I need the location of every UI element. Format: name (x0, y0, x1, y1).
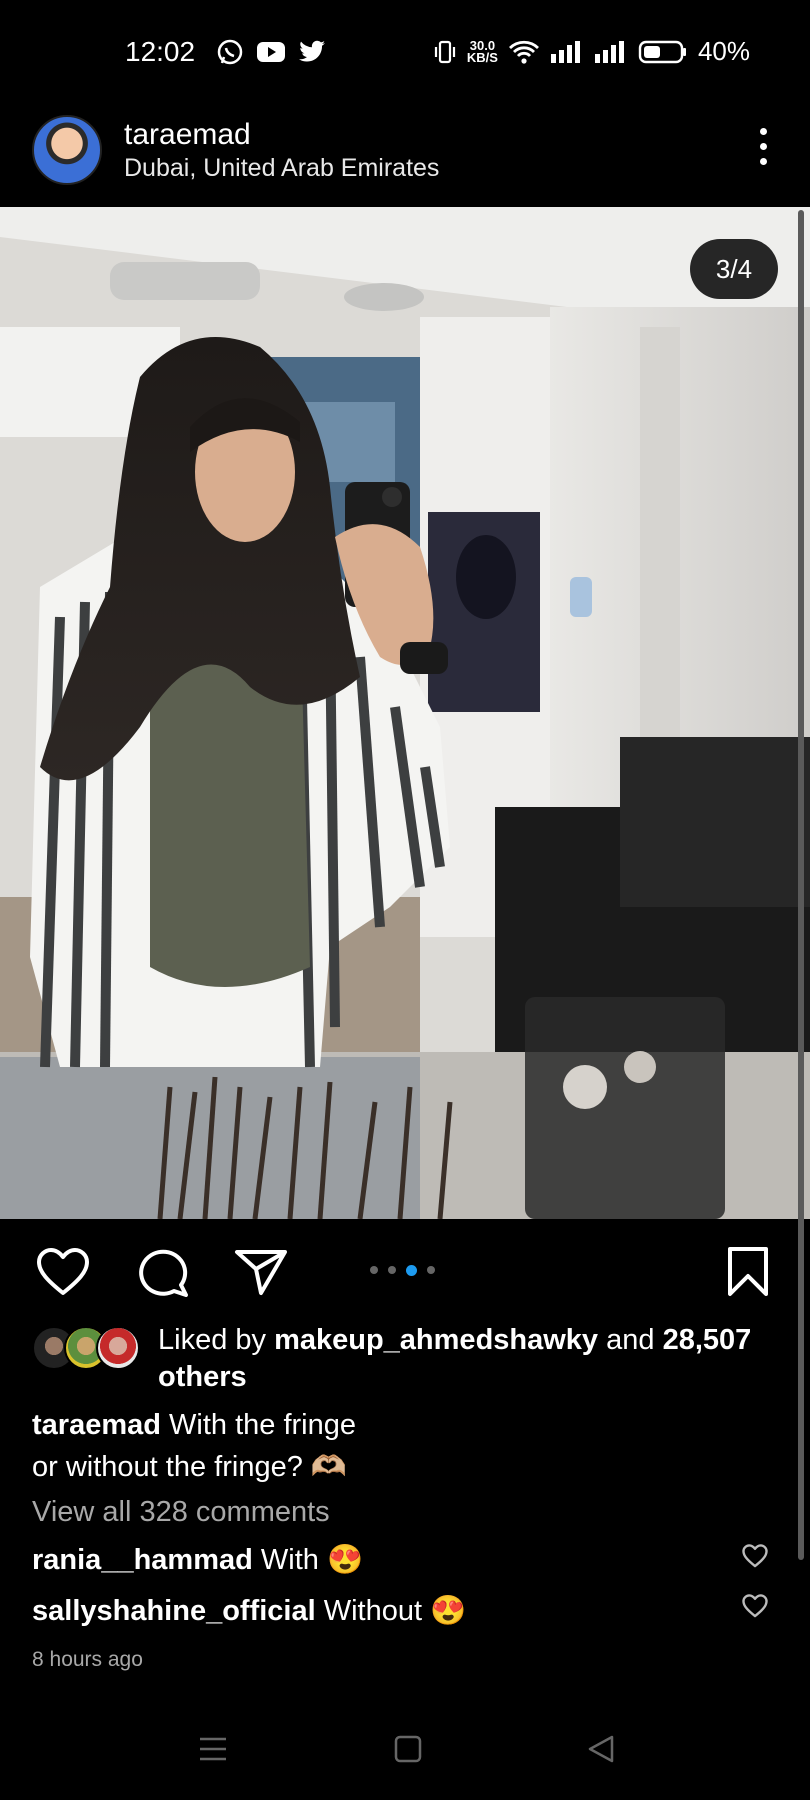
avatar[interactable] (32, 115, 102, 185)
comment-like-heart-icon[interactable] (742, 1594, 768, 1618)
more-options-icon[interactable] (758, 128, 768, 165)
signal-icon (550, 40, 580, 63)
post-actions (0, 1244, 810, 1300)
signal-icon-2 (594, 40, 624, 63)
vibrate-icon (434, 40, 455, 63)
likes-username[interactable]: makeup_ahmedshawky (274, 1324, 598, 1356)
whatsapp-icon (217, 39, 243, 65)
notification-icons (216, 38, 326, 66)
comment-like-heart-icon[interactable] (742, 1544, 768, 1568)
view-all-comments-link[interactable]: View all 328 comments (32, 1496, 330, 1529)
carousel-dots (370, 1265, 435, 1276)
caption-text-line-1: With the fringe (169, 1409, 357, 1441)
carousel-dot (388, 1266, 396, 1274)
system-nav-bar (0, 1720, 810, 1782)
post-image[interactable]: 3/4 (0, 207, 810, 1219)
comment-username[interactable]: sallyshahine_official (32, 1595, 316, 1627)
youtube-icon (257, 42, 285, 62)
avatar (96, 1326, 140, 1370)
twitter-icon (299, 40, 325, 62)
likes-text: Liked by makeup_ahmedshawky and 28,507 o… (158, 1322, 810, 1396)
menu-lines-icon[interactable] (198, 1734, 228, 1764)
post-timestamp: 8 hours ago (32, 1648, 143, 1671)
scrollbar[interactable] (798, 210, 804, 1560)
bookmark-save-icon[interactable] (726, 1246, 770, 1298)
share-send-icon[interactable] (234, 1247, 288, 1297)
caption-text-line-2: or without the fringe? 🫶🏼 (32, 1451, 347, 1483)
back-triangle-icon[interactable] (586, 1734, 616, 1764)
battery-icon (638, 40, 686, 63)
carousel-dot (370, 1266, 378, 1274)
network-speed-unit: KB/S (466, 49, 498, 65)
caption-username[interactable]: taraemad (32, 1409, 161, 1441)
likes-and: and (598, 1324, 663, 1356)
comment-username[interactable]: rania__hammad (32, 1544, 253, 1576)
image-counter: 3/4 (690, 239, 778, 299)
carousel-dot (406, 1265, 417, 1276)
post-location[interactable]: Dubai, United Arab Emirates (124, 154, 439, 183)
home-square-icon[interactable] (393, 1734, 423, 1764)
likes-count[interactable]: 28,507 (663, 1324, 752, 1356)
comment-text: Without 😍 (323, 1595, 467, 1627)
carousel-dot (427, 1266, 435, 1274)
likes-prefix: Liked by (158, 1324, 275, 1356)
comment-row: sallyshahine_official Without 😍 (32, 1594, 466, 1628)
status-time: 12:02 (125, 36, 196, 67)
status-bar: 12:02 30.0 KB/S 40% (0, 0, 810, 110)
liker-avatars (32, 1326, 142, 1370)
status-right: 30.0 KB/S 40% (433, 36, 750, 67)
post-username[interactable]: taraemad (124, 118, 251, 152)
battery-percent: 40% (697, 36, 750, 66)
wifi-icon (508, 40, 539, 64)
comment-icon[interactable] (136, 1247, 190, 1297)
post-caption: taraemad With the fringe or without the … (32, 1404, 732, 1488)
like-heart-icon[interactable] (36, 1247, 90, 1297)
comment-text: With 😍 (260, 1544, 364, 1576)
post-header: taraemad Dubai, United Arab Emirates (0, 110, 810, 206)
network-speed: 30.0 KB/S (466, 39, 498, 65)
likes-others[interactable]: others (158, 1361, 247, 1393)
mirror-selfie-illustration (0, 207, 810, 1219)
comment-row: rania__hammad With 😍 (32, 1543, 363, 1577)
